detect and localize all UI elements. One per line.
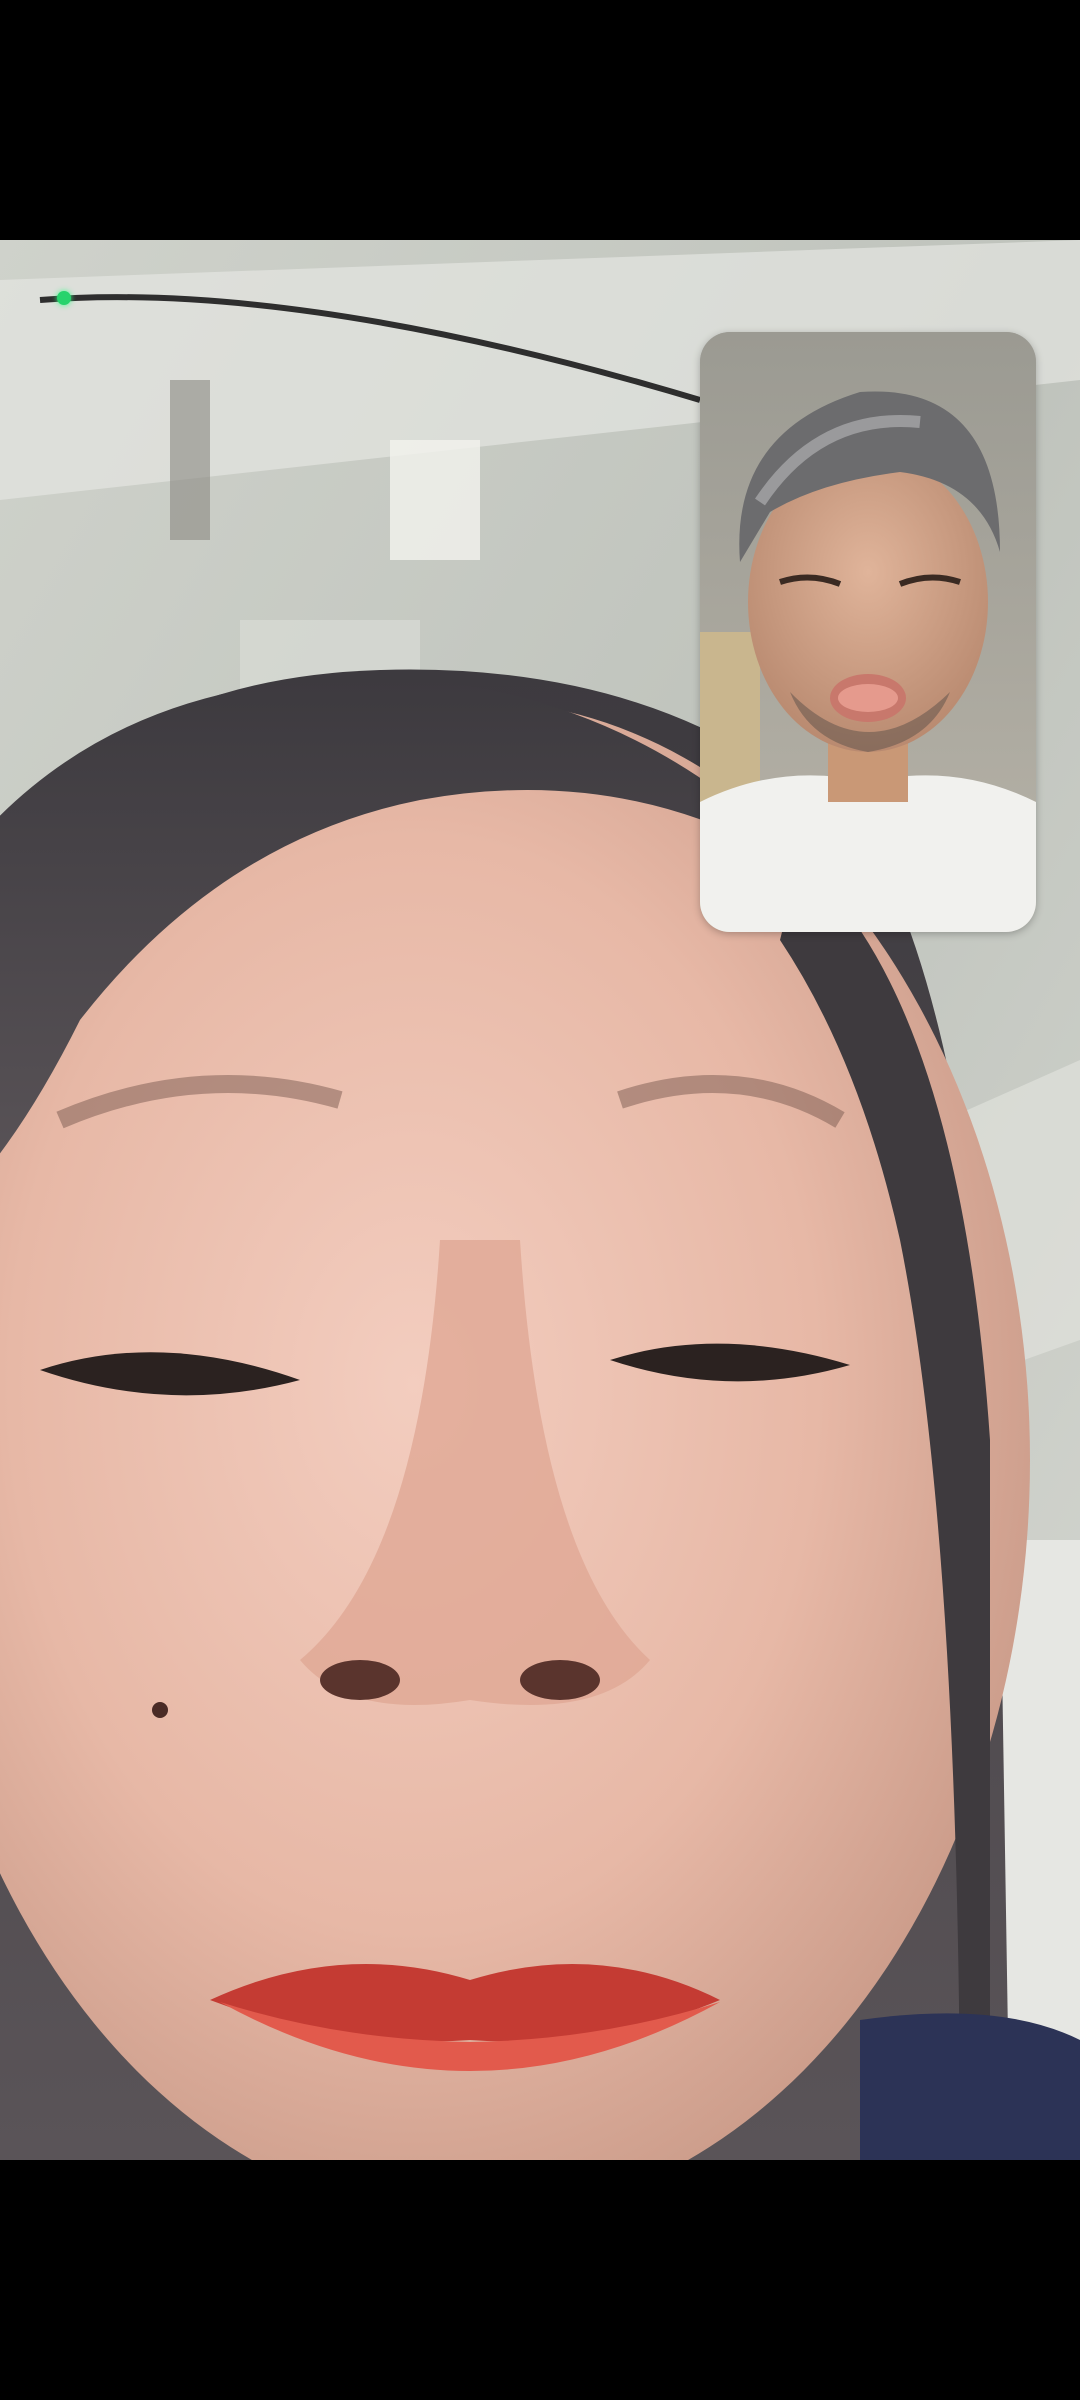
video-call-screen [0, 0, 1080, 2400]
camera-active-indicator-icon [57, 291, 71, 305]
bottom-black-bar [0, 2160, 1080, 2400]
top-black-bar [0, 0, 1080, 240]
self-preview-window[interactable] [700, 332, 1036, 932]
